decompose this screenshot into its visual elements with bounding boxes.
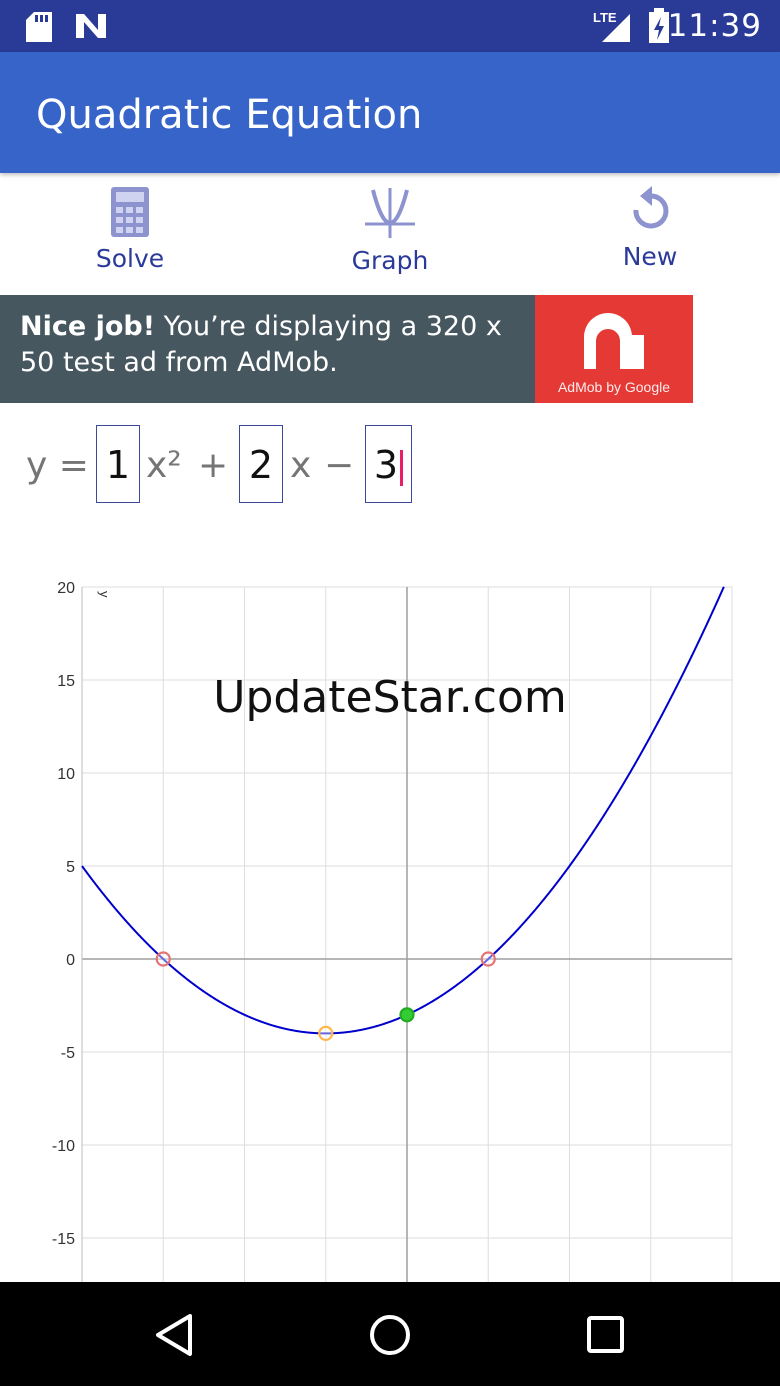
calculator-icon [111, 187, 149, 237]
x-term: x [290, 445, 312, 486]
root-point [155, 951, 171, 967]
plus-sign: + [198, 445, 229, 486]
root-point [480, 951, 496, 967]
y-tick-label: -5 [61, 1045, 75, 1062]
recents-icon[interactable] [584, 1313, 628, 1357]
sd-card-icon [26, 12, 52, 42]
admob-caption: AdMob by Google [557, 379, 671, 395]
solve-button[interactable]: Solve [30, 180, 230, 290]
back-icon[interactable] [150, 1312, 200, 1358]
vertex-point [318, 1025, 334, 1041]
ad-banner[interactable]: Nice job! You’re displaying a 320 x 50 t… [0, 295, 693, 403]
y-tick-label: -15 [52, 1231, 75, 1248]
navigation-bar [0, 1282, 780, 1386]
ad-text: Nice job! You’re displaying a 320 x 50 t… [20, 309, 530, 381]
y-tick-label: 10 [57, 766, 75, 783]
app-bar: Quadratic Equation [0, 52, 780, 173]
x-squared-term: x² [146, 445, 182, 486]
text-cursor [400, 449, 404, 486]
equation-prefix: y = [26, 445, 89, 486]
parabola-graph-icon [365, 188, 415, 238]
y-tick-label: 0 [66, 952, 75, 969]
minus-sign: − [324, 445, 355, 486]
status-bar: LTE 11:39 [0, 0, 780, 52]
home-icon[interactable] [367, 1312, 413, 1358]
admob-icon [584, 313, 644, 369]
new-label: New [622, 242, 678, 271]
coefficient-c-input[interactable]: 3 [365, 425, 412, 503]
watermark: UpdateStar.com [213, 672, 567, 723]
graph-button[interactable]: Graph [290, 180, 490, 290]
solve-label: Solve [95, 244, 165, 273]
y-intercept-point [399, 1007, 415, 1023]
new-button[interactable]: New [550, 180, 750, 290]
parabola-curve [81, 586, 725, 1035]
y-axis-label: y [97, 591, 112, 598]
y-tick-labels: 20 15 10 5 0 -5 -10 -15 [52, 580, 75, 1248]
status-clock: 11:39 [667, 8, 762, 44]
parabola-chart[interactable]: 20 15 10 5 0 -5 -10 -15 y UpdateStar.com [0, 560, 780, 1282]
lte-signal-icon: LTE [593, 10, 630, 42]
y-tick-label: -10 [52, 1138, 75, 1155]
n-logo-icon [76, 14, 106, 38]
admob-logo: AdMob by Google [535, 295, 693, 403]
y-tick-label: 20 [57, 580, 75, 597]
y-tick-label: 15 [57, 673, 75, 690]
coefficient-c-value: 3 [373, 443, 399, 487]
refresh-icon [633, 186, 669, 229]
y-tick-label: 5 [66, 859, 75, 876]
ad-bold-text: Nice job! [20, 311, 156, 342]
svg-text:LTE: LTE [593, 10, 617, 25]
coefficient-a-input[interactable]: 1 [96, 425, 140, 503]
equation-row: y = 1 x² + 2 x − 3 [0, 420, 780, 510]
page-title: Quadratic Equation [36, 92, 423, 138]
coefficient-b-input[interactable]: 2 [239, 425, 283, 503]
graph-label: Graph [351, 246, 429, 275]
